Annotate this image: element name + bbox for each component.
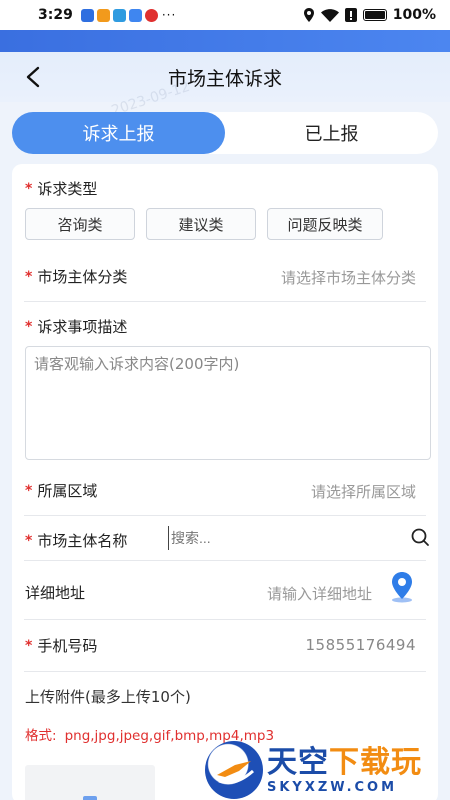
upload-label: 上传附件(最多上传10个) <box>25 688 191 706</box>
type-label: 诉求类型 <box>37 180 98 198</box>
category-label: 市场主体分类 <box>37 268 128 286</box>
page-header: 市场主体诉求 <box>0 52 450 102</box>
region-select[interactable]: 请选择所属区域 <box>311 481 416 502</box>
phone-input[interactable]: 15855176494 <box>306 636 416 654</box>
phone-field-label: * 手机号码 <box>25 635 97 656</box>
logo-text: 天空下载玩 SKYXZW.COM <box>267 744 422 795</box>
page-title: 市场主体诉求 <box>167 67 282 90</box>
back-button[interactable] <box>20 64 46 90</box>
type-option-suggest[interactable]: 建议类 <box>146 208 256 240</box>
required-asterisk: * <box>25 482 33 499</box>
divider <box>24 515 426 516</box>
description-field-label: * 诉求事项描述 <box>25 316 127 337</box>
status-time: 3:29 <box>38 7 73 23</box>
required-asterisk: * <box>25 532 33 549</box>
weibo-icon <box>144 8 158 22</box>
location-icon <box>303 8 314 22</box>
address-input[interactable]: 请输入详细地址 <box>267 583 372 604</box>
description-textarea[interactable]: 请客观输入诉求内容(200字内) <box>25 346 431 460</box>
required-asterisk: * <box>25 637 33 654</box>
required-asterisk: * <box>25 180 33 197</box>
battery-icon <box>362 9 387 21</box>
address-field-label: 详细地址 <box>25 582 85 603</box>
type-option-problem[interactable]: 问题反映类 <box>267 208 383 240</box>
type-option-consult[interactable]: 咨询类 <box>25 208 135 240</box>
status-bar: 3:29 ··· 100% <box>0 0 450 30</box>
divider <box>24 619 426 620</box>
form-card: * 诉求类型 咨询类 建议类 问题反映类 * 市场主体分类 请选择市场主体分类 … <box>12 164 438 800</box>
entity-name-label: 市场主体名称 <box>37 532 128 550</box>
required-asterisk: * <box>25 318 33 335</box>
phone-label: 手机号码 <box>37 637 98 655</box>
region-label: 所属区域 <box>37 482 98 500</box>
notification-icons <box>80 8 158 22</box>
tab-submit[interactable]: 诉求上报 <box>12 112 225 154</box>
divider <box>24 671 426 672</box>
alert-icon <box>344 8 357 22</box>
search-icon[interactable] <box>410 527 430 547</box>
logo-domain-text: SKYXZW.COM <box>267 779 398 795</box>
address-label: 详细地址 <box>25 584 86 602</box>
site-logo: 天空下载玩 SKYXZW.COM <box>205 740 450 800</box>
top-accent-strip <box>0 30 450 52</box>
category-select[interactable]: 请选择市场主体分类 <box>281 267 416 288</box>
divider <box>24 301 426 302</box>
entity-name-field-label: * 市场主体名称 <box>25 530 127 551</box>
category-field-label: * 市场主体分类 <box>25 266 127 287</box>
format-label: 格式: <box>25 728 57 744</box>
app-notification-icon <box>128 8 142 22</box>
map-pin-icon[interactable] <box>388 571 416 603</box>
app-notification-icon <box>80 8 94 22</box>
app-notification-icon <box>112 8 126 22</box>
type-field-label: * 诉求类型 <box>25 178 97 199</box>
entity-search-input[interactable] <box>168 526 398 550</box>
region-field-label: * 所属区域 <box>25 480 97 501</box>
logo-main-text: 天空 <box>267 744 329 780</box>
divider <box>24 560 426 561</box>
app-notification-icon <box>96 8 110 22</box>
more-notifications: ··· <box>161 8 177 22</box>
chevron-left-icon <box>26 66 40 88</box>
wifi-icon <box>320 8 339 22</box>
description-label: 诉求事项描述 <box>37 318 128 336</box>
camera-icon <box>83 796 97 800</box>
logo-accent-text: 下载玩 <box>329 744 422 780</box>
logo-globe-icon <box>205 741 263 799</box>
required-asterisk: * <box>25 268 33 285</box>
tab-bar: 诉求上报 已上报 <box>12 112 438 154</box>
battery-percentage: 100% <box>392 7 436 23</box>
upload-button[interactable] <box>25 765 155 800</box>
tab-submitted[interactable]: 已上报 <box>225 112 438 154</box>
